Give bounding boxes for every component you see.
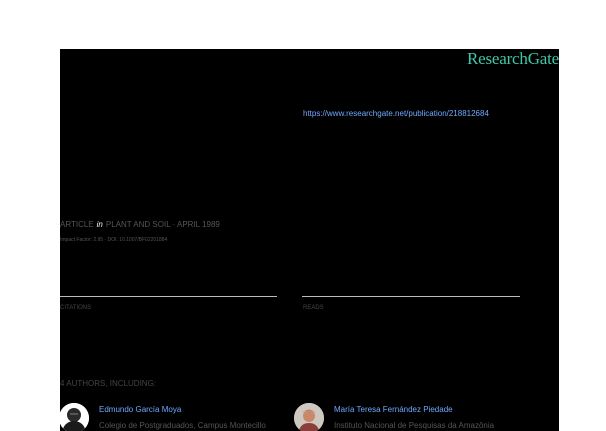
author-name-link[interactable]: Edmundo García Moya <box>99 405 181 414</box>
journal-date: PLANT AND SOIL · APRIL 1989 <box>105 220 220 229</box>
impact-factor-line: Impact Factor: 2.95 · DOI: 10.1007/BF022… <box>60 237 168 243</box>
person-photo-icon[interactable] <box>294 403 324 431</box>
article-in-label: in <box>96 220 103 229</box>
citations-label: CITATIONS <box>60 305 92 311</box>
author-name-link[interactable]: María Teresa Fernández Piedade <box>334 405 453 414</box>
article-prefix: ARTICLE <box>60 220 94 229</box>
article-info-line: ARTICLE in PLANT AND SOIL · APRIL 1989 <box>60 220 220 229</box>
authors-heading: 4 AUTHORS, INCLUDING: <box>60 379 157 388</box>
author-institution: Instituto Nacional de Pesquisas da Amazô… <box>334 421 495 430</box>
author-institution: Colegio de Postgraduados, Campus Monteci… <box>99 421 266 430</box>
publication-cover-page: ResearchGate https://www.researchgate.ne… <box>60 49 559 431</box>
publication-url-link[interactable]: https://www.researchgate.net/publication… <box>303 109 489 118</box>
researchgate-logo[interactable]: ResearchGate <box>467 49 559 69</box>
reads-divider <box>302 296 520 297</box>
reads-label: READS <box>303 305 324 311</box>
citations-divider <box>60 296 277 297</box>
person-photo-icon[interactable] <box>60 403 89 431</box>
